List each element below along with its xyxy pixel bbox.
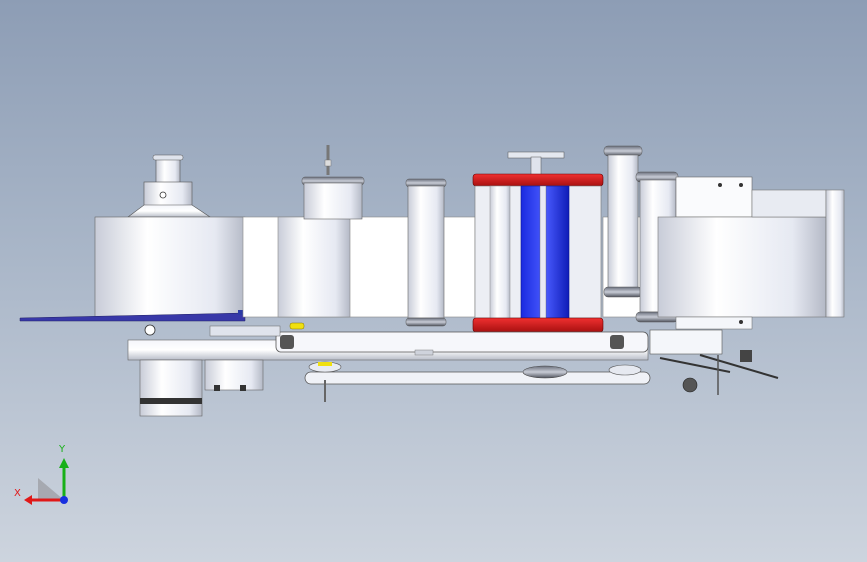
- drive-motor-housing: [657, 216, 827, 318]
- belt-plate: [275, 331, 649, 353]
- gearbox: [204, 359, 264, 391]
- sensor-bracket: [209, 325, 281, 337]
- top-red-flange: [472, 173, 604, 187]
- frame-post: [489, 185, 511, 319]
- reel-flange: [127, 204, 211, 218]
- bottom-red-flange: [472, 317, 604, 333]
- hub-screw: [159, 191, 167, 199]
- reel-shaft: [155, 156, 181, 186]
- motor-rear: [825, 189, 845, 318]
- dancer-roller: [303, 182, 363, 220]
- supply-reel-drum: [94, 216, 246, 318]
- gearbox-bolt: [214, 385, 220, 391]
- guide-roller: [407, 185, 445, 319]
- motor-end-cap: [751, 189, 827, 218]
- tall-roller-cap: [603, 145, 643, 157]
- reel-shaft-cap: [152, 154, 184, 161]
- drive-roller-assembly[interactable]: [472, 151, 604, 333]
- reel-hub: [143, 181, 193, 207]
- motor-ring: [140, 398, 202, 404]
- knob-stem: [530, 156, 542, 176]
- tension-block: [414, 349, 434, 356]
- housing-roller-left: [277, 216, 351, 318]
- lower-motor: [139, 359, 203, 417]
- drive-belt: [304, 371, 651, 385]
- bracket-screw: [718, 183, 722, 187]
- base-plate-assembly[interactable]: [127, 322, 651, 417]
- pulley-drive: [522, 365, 568, 379]
- right-section[interactable]: [602, 145, 845, 330]
- x-axis-head: [24, 495, 32, 505]
- main-housing[interactable]: [242, 145, 476, 327]
- belt-end-left: [280, 335, 294, 349]
- pulley-marker: [318, 362, 332, 366]
- guide-pin-collar: [324, 159, 332, 167]
- belt-end-right: [610, 335, 624, 349]
- y-axis-head: [59, 458, 69, 468]
- x-axis-label: X: [14, 488, 21, 499]
- z-axis-dot: [60, 496, 68, 504]
- bracket-screw: [739, 320, 743, 324]
- mount-screw: [144, 324, 156, 336]
- tall-roller: [607, 154, 639, 291]
- triad-plane: [38, 478, 64, 500]
- adjust-knob: [682, 377, 698, 393]
- tall-roller-base: [603, 286, 643, 298]
- drive-shaft: [539, 185, 547, 319]
- pulley-right: [608, 364, 642, 376]
- label-sensor: [289, 322, 305, 330]
- gearbox-bolt: [240, 385, 246, 391]
- clamp-screw: [740, 350, 752, 362]
- labeling-machine-model[interactable]: [0, 0, 867, 562]
- cad-viewport[interactable]: Y X: [0, 0, 867, 562]
- motor-bracket: [675, 176, 753, 218]
- coordinate-triad: Y X: [14, 444, 69, 505]
- y-axis-label: Y: [58, 444, 66, 455]
- bracket-screw: [739, 183, 743, 187]
- peel-plate-mount: [649, 329, 723, 355]
- peel-plate-assembly[interactable]: [649, 329, 779, 395]
- roller-base-cap: [405, 317, 447, 327]
- peel-guide: [699, 354, 779, 379]
